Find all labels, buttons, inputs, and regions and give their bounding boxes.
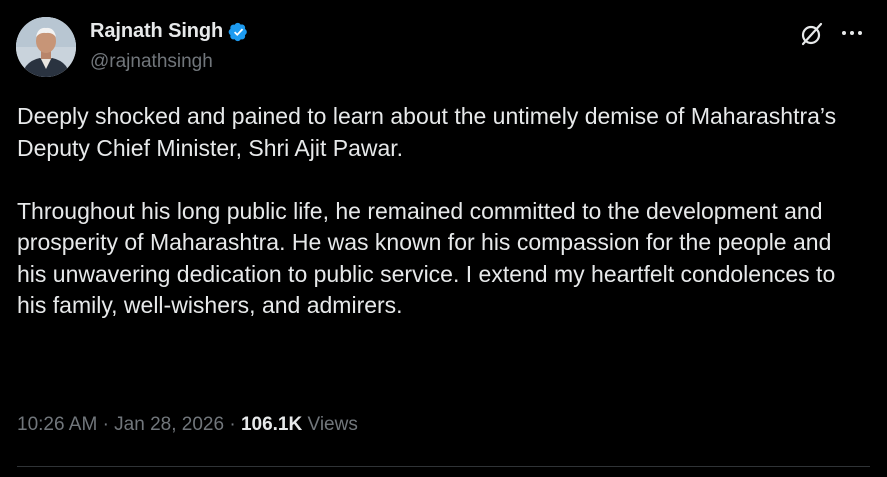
avatar-image [16,17,76,77]
grok-icon[interactable] [798,20,826,48]
verified-badge-icon[interactable] [227,21,249,43]
meta-separator: · [102,414,109,435]
author-handle[interactable]: @rajnathsingh [90,51,213,73]
author-display-name[interactable]: Rajnath Singh [90,20,223,43]
more-icon[interactable] [838,20,868,48]
divider [17,466,870,467]
author-name-row: Rajnath Singh [90,20,249,43]
tweet-paragraph: Deeply shocked and pained to learn about… [17,103,837,161]
tweet-paragraph: Throughout his long public life, he rema… [17,197,836,319]
tweet-date[interactable]: Jan 28, 2026 [114,414,224,435]
tweet-time[interactable]: 10:26 AM [17,414,97,435]
meta-separator: · [229,414,236,435]
tweet-text: Deeply shocked and pained to learn about… [17,101,867,322]
views-label: Views [307,414,358,435]
avatar[interactable] [16,17,76,77]
views-count[interactable]: 106.1K [241,414,302,435]
tweet-meta: 10:26 AM · Jan 28, 2026 · 106.1K Views [17,414,358,436]
